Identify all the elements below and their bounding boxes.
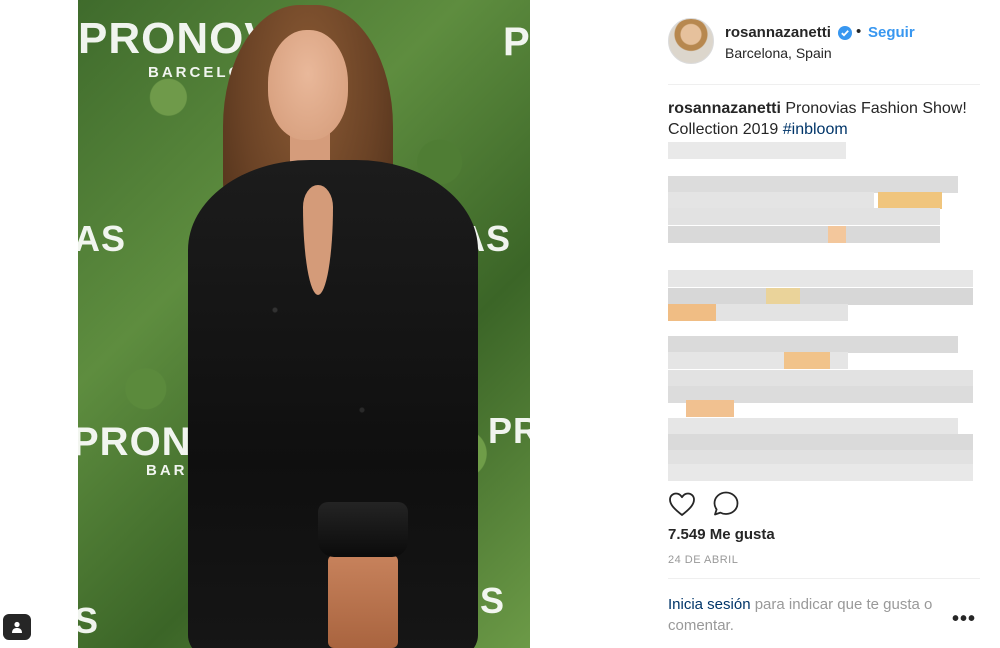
photo-leg: [328, 555, 398, 648]
pixelated-block: [686, 400, 734, 417]
header-username[interactable]: rosannazanetti: [725, 24, 831, 41]
pixelated-block: [668, 304, 716, 321]
follow-button[interactable]: Seguir: [868, 24, 915, 41]
pixelated-block: [668, 288, 973, 305]
pixelated-block: [668, 192, 874, 209]
divider: [668, 578, 980, 579]
pixelated-block: [784, 352, 830, 369]
pixelated-block: [668, 370, 973, 387]
location-link[interactable]: Barcelona, Spain: [725, 45, 832, 61]
post-header: rosannazanetti • Seguir Barcelona, Spain: [530, 0, 1000, 84]
person-icon: [12, 621, 22, 633]
pixelated-block: [668, 176, 958, 193]
post-actions: [668, 488, 988, 520]
pixelated-block: [668, 142, 846, 159]
post-photo[interactable]: PRONOVIAS BARCELONA P AS IAS PRONO BARCE…: [78, 0, 530, 648]
brand-text: P: [503, 20, 530, 64]
more-options-button[interactable]: •••: [952, 608, 976, 631]
verified-badge-icon: [838, 26, 852, 40]
login-prompt: Inicia sesión para indicar que te gusta …: [668, 594, 968, 636]
pixelated-block: [668, 208, 940, 225]
pixelated-block: [668, 418, 958, 435]
pixelated-block: [668, 226, 940, 243]
brand-text: AS: [78, 218, 127, 259]
post-caption: rosannazanetti Pronovias Fashion Show! C…: [668, 98, 988, 140]
tagged-user-icon[interactable]: [3, 614, 31, 640]
heart-icon: [669, 492, 695, 516]
pixelated-block: [878, 192, 942, 209]
photo-face: [268, 30, 348, 140]
post-details-panel: rosannazanetti • Seguir Barcelona, Spain…: [530, 0, 1000, 648]
caption-username[interactable]: rosannazanetti: [668, 100, 781, 117]
pixelated-block: [668, 434, 973, 451]
pixelated-block: [668, 336, 958, 353]
avatar[interactable]: [668, 18, 714, 64]
comment-button[interactable]: [710, 488, 742, 520]
like-count[interactable]: 7.549 Me gusta: [668, 526, 775, 543]
separator-dot: •: [856, 23, 862, 40]
brand-text: PR: [488, 410, 530, 451]
brand-text: S: [78, 600, 100, 641]
post-date: 24 DE ABRIL: [668, 554, 739, 566]
comment-icon: [713, 491, 739, 516]
blurred-comments: [668, 142, 978, 482]
photo-clutch: [318, 502, 408, 557]
pixelated-block: [668, 270, 973, 287]
divider: [668, 84, 980, 85]
pixelated-block: [668, 464, 973, 481]
login-link[interactable]: Inicia sesión: [668, 596, 751, 613]
caption-hashtag[interactable]: #inbloom: [783, 121, 848, 138]
pixelated-block: [828, 226, 846, 243]
like-button[interactable]: [666, 488, 698, 520]
pixelated-block: [766, 288, 800, 305]
